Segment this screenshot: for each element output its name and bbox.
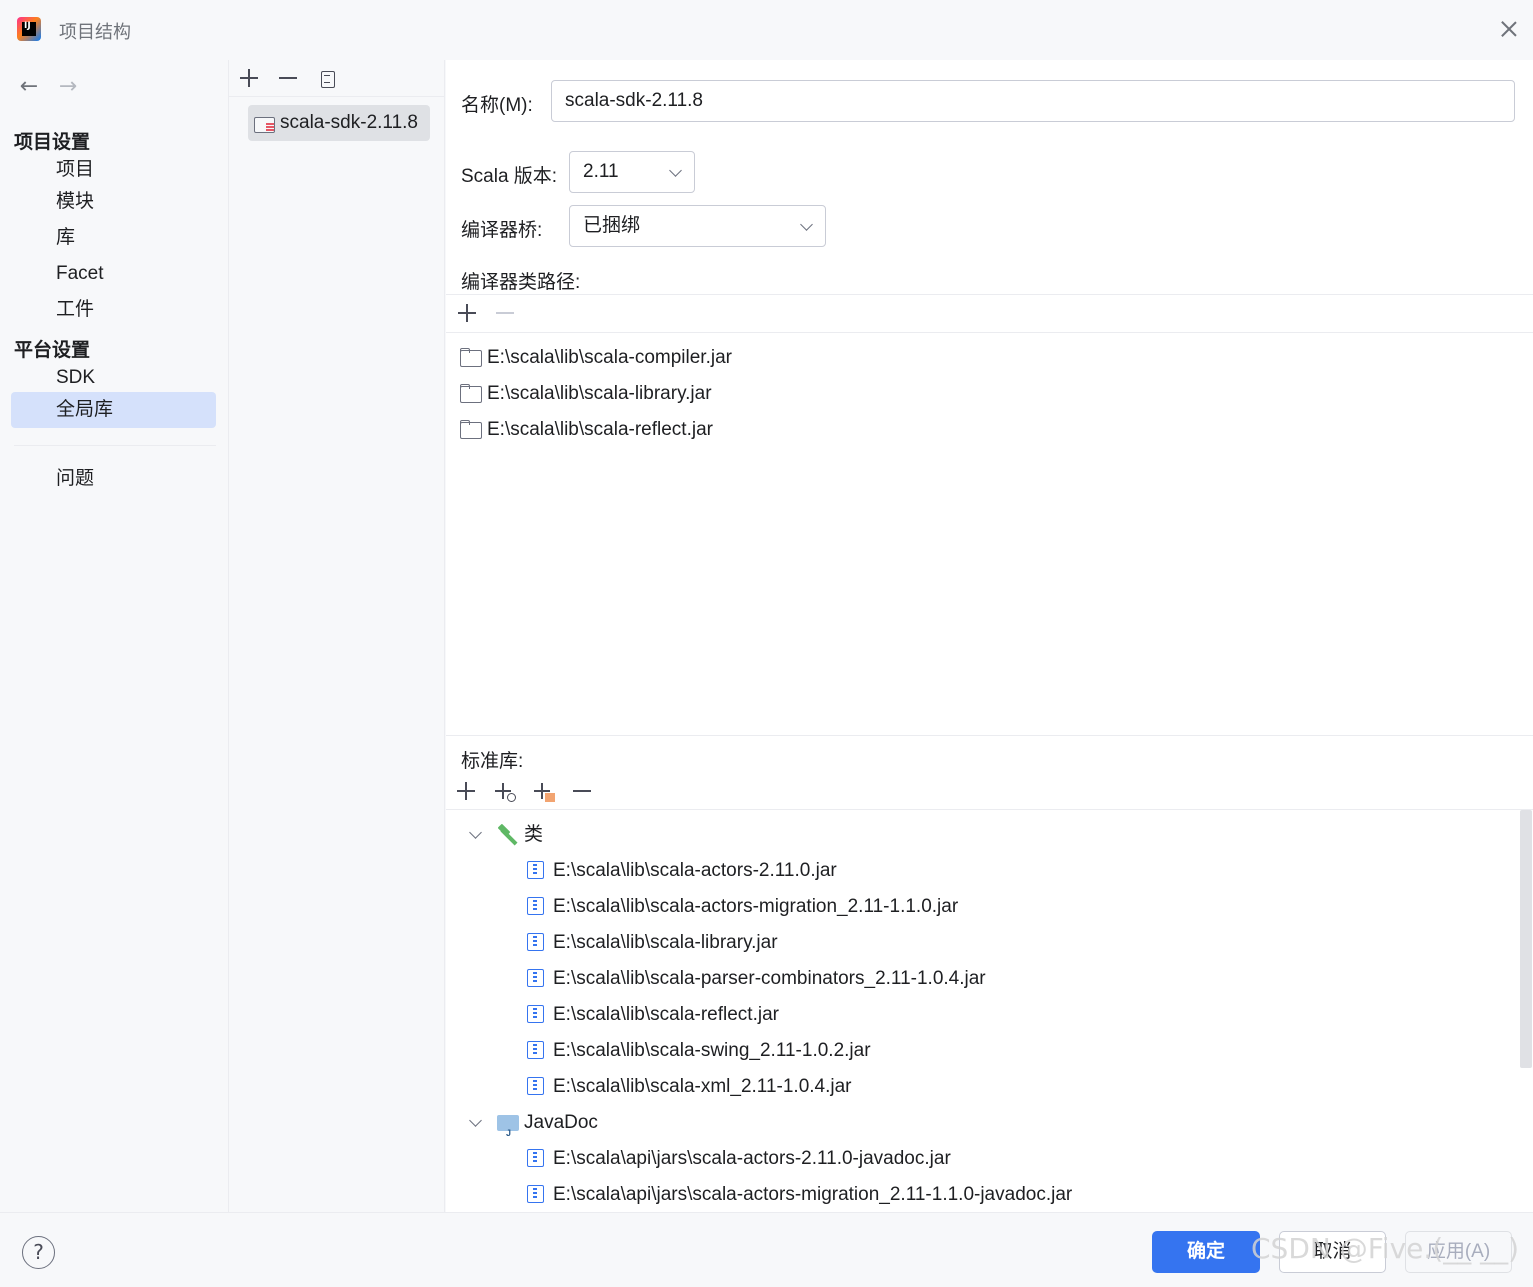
add-classpath-icon[interactable]	[454, 300, 480, 326]
classpath-row[interactable]: E:\scala\lib\scala-library.jar	[460, 379, 712, 409]
classpath-row[interactable]: E:\scala\lib\scala-compiler.jar	[460, 343, 732, 373]
class-jar-row[interactable]: E:\scala\lib\scala-reflect.jar	[527, 999, 779, 1031]
folder-icon	[460, 420, 482, 439]
javadoc-jar-path: E:\scala\api\jars\scala-actors-migration…	[553, 1184, 1073, 1205]
classpath-entry: E:\scala\lib\scala-reflect.jar	[487, 419, 713, 440]
scala-version-value: 2.11	[583, 161, 619, 182]
javadoc-node-label: JavaDoc	[524, 1112, 598, 1133]
add-icon[interactable]	[236, 65, 262, 91]
folder-icon	[460, 348, 482, 367]
library-list-toolbar	[229, 60, 445, 97]
tree-node-javadoc[interactable]: JavaDoc	[466, 1107, 766, 1149]
nav-item-project[interactable]: 项目	[11, 152, 216, 188]
remove-classpath-icon[interactable]	[492, 300, 518, 326]
class-jar-path: E:\scala\lib\scala-library.jar	[553, 932, 778, 953]
classpath-entry: E:\scala\lib\scala-compiler.jar	[487, 347, 732, 368]
divider	[446, 294, 1533, 295]
classes-node-label: 类	[524, 824, 544, 845]
class-jar-path: E:\scala\lib\scala-parser-combinators_2.…	[553, 968, 986, 989]
chevron-down-icon[interactable]	[469, 1114, 482, 1127]
jar-icon	[527, 897, 544, 915]
scala-version-dropdown[interactable]: 2.11	[569, 151, 695, 193]
javadoc-folder-icon	[497, 1112, 519, 1149]
help-button[interactable]: ?	[22, 1236, 55, 1269]
name-label: 名称(M):	[461, 95, 533, 116]
nav-item-problems[interactable]: 问题	[11, 461, 216, 497]
title-bar: IJ 项目结构	[0, 0, 1533, 60]
intellij-logo-icon: IJ	[17, 17, 41, 41]
nav-item-libraries[interactable]: 库	[11, 220, 216, 256]
class-jar-path: E:\scala\lib\scala-actors-2.11.0.jar	[553, 860, 837, 881]
divider	[446, 332, 1533, 333]
standard-library-label: 标准库:	[461, 751, 524, 772]
jar-icon	[527, 969, 544, 987]
nav-item-facets[interactable]: Facet	[11, 256, 216, 292]
classpath-row[interactable]: E:\scala\lib\scala-reflect.jar	[460, 415, 713, 445]
divider	[446, 809, 1533, 810]
nav-item-sdk[interactable]: SDK	[11, 360, 216, 396]
library-detail-pane: 名称(M): scala-sdk-2.11.8 Scala 版本: 2.11 编…	[446, 60, 1533, 1212]
jar-icon	[527, 1005, 544, 1023]
library-list-pane: scala-sdk-2.11.8	[229, 60, 445, 1212]
jar-icon	[527, 1149, 544, 1167]
remove-library-icon[interactable]	[569, 778, 595, 804]
forward-arrow-icon[interactable]: →	[54, 74, 82, 99]
add-library-icon[interactable]	[453, 778, 479, 804]
remove-icon[interactable]	[275, 65, 301, 91]
nav-divider	[14, 445, 216, 446]
class-jar-row[interactable]: E:\scala\lib\scala-library.jar	[527, 927, 778, 959]
class-jar-path: E:\scala\lib\scala-actors-migration_2.11…	[553, 896, 959, 917]
apply-button[interactable]: 应用(A)	[1405, 1231, 1512, 1273]
library-folder-icon	[254, 114, 275, 133]
class-jar-row[interactable]: E:\scala\lib\scala-parser-combinators_2.…	[527, 963, 986, 995]
jar-icon	[527, 1041, 544, 1059]
jar-icon	[527, 933, 544, 951]
folder-icon	[460, 384, 482, 403]
settings-nav: ← → 项目设置 项目 模块 库 Facet 工件 平台设置 SDK 全局库 问…	[0, 60, 229, 1212]
chevron-down-icon	[800, 218, 813, 231]
nav-item-modules[interactable]: 模块	[11, 184, 216, 220]
cancel-button[interactable]: 取消	[1279, 1231, 1386, 1273]
window-title: 项目结构	[59, 22, 131, 42]
compiler-bridge-dropdown[interactable]: 已捆绑	[569, 205, 826, 247]
chevron-down-icon[interactable]	[469, 826, 482, 839]
class-jar-row[interactable]: E:\scala\lib\scala-swing_2.11-1.0.2.jar	[527, 1035, 871, 1067]
add-jar-icon[interactable]	[532, 780, 558, 806]
tree-node-classes[interactable]: 类	[466, 819, 766, 851]
platform-settings-header: 平台设置	[14, 340, 91, 361]
class-jar-path: E:\scala\lib\scala-swing_2.11-1.0.2.jar	[553, 1040, 871, 1061]
dialog-footer: ? 确定 取消 应用(A)	[0, 1212, 1533, 1287]
back-arrow-icon[interactable]: ←	[15, 74, 43, 99]
hammer-icon	[497, 823, 521, 847]
chevron-down-icon	[669, 164, 682, 177]
jar-icon	[527, 1077, 544, 1095]
library-item-label: scala-sdk-2.11.8	[280, 112, 418, 133]
class-jar-path: E:\scala\lib\scala-reflect.jar	[553, 1004, 779, 1025]
jar-icon	[527, 1185, 544, 1203]
nav-item-global-libraries[interactable]: 全局库	[11, 392, 216, 428]
jar-icon	[527, 861, 544, 879]
copy-icon[interactable]	[314, 65, 340, 91]
class-jar-path: E:\scala\lib\scala-xml_2.11-1.0.4.jar	[553, 1076, 852, 1097]
close-icon[interactable]	[1497, 17, 1521, 41]
name-input[interactable]: scala-sdk-2.11.8	[551, 80, 1515, 122]
divider	[446, 735, 1533, 736]
scala-version-label: Scala 版本:	[461, 166, 558, 187]
nav-item-artifacts[interactable]: 工件	[11, 292, 216, 328]
class-jar-row[interactable]: E:\scala\lib\scala-actors-2.11.0.jar	[527, 855, 837, 887]
class-jar-row[interactable]: E:\scala\lib\scala-actors-migration_2.11…	[527, 891, 958, 923]
classpath-entry: E:\scala\lib\scala-library.jar	[487, 383, 712, 404]
ok-button[interactable]: 确定	[1152, 1231, 1260, 1273]
compiler-classpath-label: 编译器类路径:	[461, 272, 581, 293]
class-jar-row[interactable]: E:\scala\lib\scala-xml_2.11-1.0.4.jar	[527, 1071, 852, 1103]
javadoc-jar-row[interactable]: E:\scala\api\jars\scala-actors-2.11.0-ja…	[527, 1143, 951, 1175]
add-with-class-icon[interactable]	[493, 780, 519, 806]
javadoc-jar-row[interactable]: E:\scala\api\jars\scala-actors-migration…	[527, 1179, 1072, 1211]
project-settings-header: 项目设置	[14, 132, 91, 153]
tree-scrollbar[interactable]	[1520, 810, 1532, 1068]
compiler-bridge-value: 已捆绑	[583, 215, 641, 236]
library-item[interactable]: scala-sdk-2.11.8	[248, 105, 430, 141]
compiler-bridge-label: 编译器桥:	[461, 220, 543, 241]
javadoc-jar-path: E:\scala\api\jars\scala-actors-2.11.0-ja…	[553, 1148, 951, 1169]
